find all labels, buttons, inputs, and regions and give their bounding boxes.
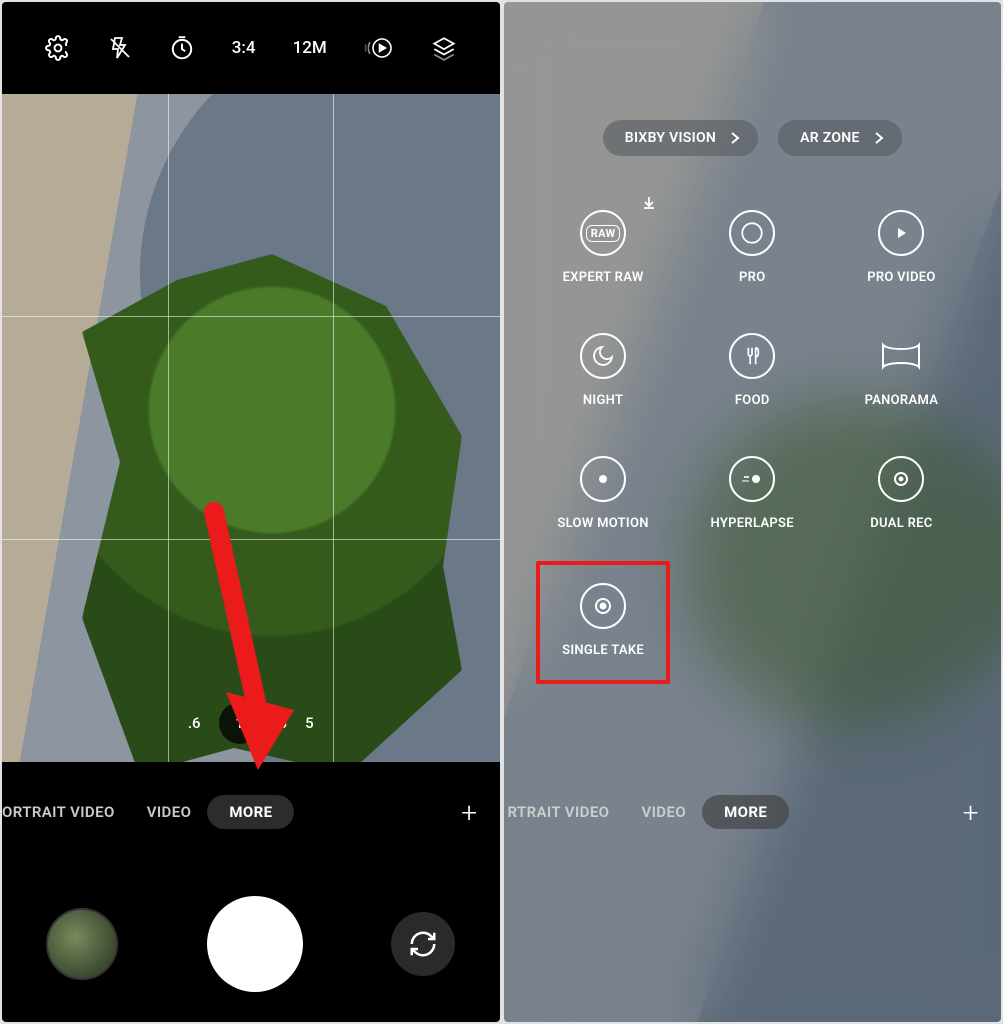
timer-icon[interactable] — [169, 35, 195, 61]
mode-pro-video[interactable]: PRO VIDEO — [832, 210, 971, 285]
settings-icon[interactable] — [45, 35, 71, 61]
aspect-ratio-button[interactable]: 3:4 — [232, 38, 256, 58]
mode-dual-rec[interactable]: DUAL REC — [832, 456, 971, 531]
mode-label: PANORAMA — [865, 393, 939, 408]
camera-mode-row: RTRAIT VIDEO VIDEO MORE + — [504, 787, 1002, 837]
resolution-button[interactable]: 12M — [293, 38, 327, 58]
gallery-thumbnail[interactable] — [46, 908, 118, 980]
bixby-vision-button[interactable]: BIXBY VISION — [603, 120, 758, 156]
single-take-icon — [580, 583, 626, 629]
night-icon — [580, 333, 626, 379]
bixby-vision-label: BIXBY VISION — [625, 130, 716, 146]
mode-food[interactable]: FOOD — [683, 333, 822, 408]
zoom-level[interactable]: .6 — [188, 702, 201, 744]
mode-expert-raw[interactable]: RAW EXPERT RAW — [534, 210, 673, 285]
camera-viewfinder[interactable]: .6 1 3 5 — [2, 94, 500, 762]
mode-portrait-video[interactable]: PORTRAIT VIDEO — [2, 803, 131, 821]
pro-icon — [729, 210, 775, 256]
mode-label: FOOD — [735, 393, 770, 408]
camera-top-toolbar: 3:4 12M — [2, 2, 500, 94]
chevron-right-icon — [730, 131, 740, 145]
mode-label: HYPERLAPSE — [711, 516, 794, 531]
more-pill-row: BIXBY VISION AR ZONE — [504, 120, 1002, 156]
plant-subject — [82, 254, 462, 762]
camera-mode-row: PORTRAIT VIDEO VIDEO MORE + — [2, 787, 500, 837]
flash-off-icon[interactable] — [108, 35, 132, 61]
hyperlapse-icon — [729, 456, 775, 502]
pro-video-icon — [878, 210, 924, 256]
food-icon — [729, 333, 775, 379]
shutter-button[interactable] — [207, 896, 303, 992]
mode-label: DUAL REC — [870, 516, 932, 531]
grid-line — [2, 539, 500, 540]
mode-single-take[interactable]: SINGLE TAKE — [534, 579, 673, 662]
mode-pro[interactable]: PRO — [683, 210, 822, 285]
mode-more[interactable]: MORE — [702, 795, 789, 829]
ar-zone-label: AR ZONE — [800, 130, 860, 146]
mode-panorama[interactable]: PANORAMA — [832, 333, 971, 408]
panorama-icon — [878, 333, 924, 379]
mode-label: NIGHT — [583, 393, 623, 408]
mode-video[interactable]: VIDEO — [625, 803, 702, 821]
grid-line — [2, 316, 500, 317]
annotation-highlight: SINGLE TAKE — [536, 561, 670, 684]
mode-label: SINGLE TAKE — [562, 643, 644, 658]
mode-label: EXPERT RAW — [563, 270, 644, 285]
switch-camera-button[interactable] — [391, 912, 455, 976]
grid-line — [333, 94, 334, 762]
zoom-level[interactable]: 3 — [279, 702, 288, 744]
add-mode-button[interactable]: + — [461, 796, 477, 829]
mode-portrait-video[interactable]: RTRAIT VIDEO — [504, 803, 626, 821]
zoom-level[interactable]: 5 — [305, 702, 314, 744]
zoom-level-active[interactable]: 1 — [219, 702, 261, 744]
mode-more[interactable]: MORE — [207, 795, 294, 829]
download-icon — [642, 196, 656, 210]
camera-screen-main: 3:4 12M .6 1 3 5 — [2, 2, 500, 1022]
camera-screen-more-modes: BIXBY VISION AR ZONE RAW EXPERT — [504, 2, 1002, 1022]
dual-rec-icon — [878, 456, 924, 502]
mode-night[interactable]: NIGHT — [534, 333, 673, 408]
mode-label: PRO — [739, 270, 765, 285]
grid-line — [168, 94, 169, 762]
mode-slow-motion[interactable]: SLOW MOTION — [534, 456, 673, 531]
mode-hyperlapse[interactable]: HYPERLAPSE — [683, 456, 822, 531]
expert-raw-icon: RAW — [580, 210, 626, 256]
mode-label: SLOW MOTION — [557, 516, 648, 531]
add-mode-button[interactable]: + — [963, 796, 979, 829]
camera-bottom-bar — [2, 896, 500, 992]
slow-motion-icon — [580, 456, 626, 502]
chevron-right-icon — [874, 131, 884, 145]
ar-zone-button[interactable]: AR ZONE — [778, 120, 902, 156]
mode-label: PRO VIDEO — [867, 270, 935, 285]
motion-photo-icon[interactable] — [364, 35, 394, 61]
zoom-selector: .6 1 3 5 — [2, 702, 500, 744]
mode-video[interactable]: VIDEO — [131, 803, 208, 821]
filters-icon[interactable] — [431, 35, 457, 61]
more-modes-grid: RAW EXPERT RAW PRO — [534, 210, 972, 662]
